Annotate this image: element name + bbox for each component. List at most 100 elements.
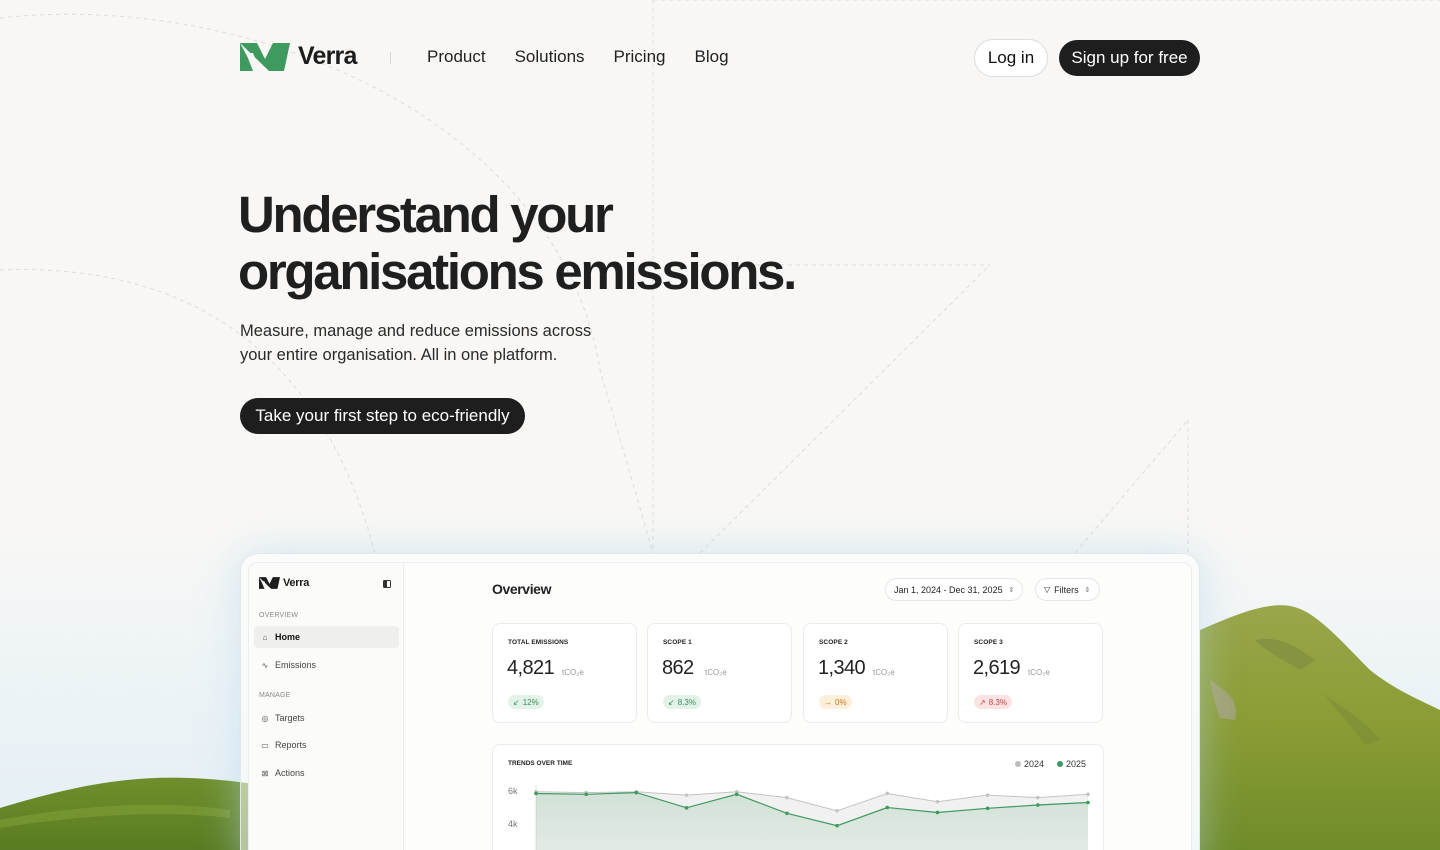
target-icon: ◎ bbox=[261, 713, 269, 723]
card-label: SCOPE 1 bbox=[663, 639, 692, 646]
data-point-2025[interactable] bbox=[1036, 803, 1040, 807]
data-point-2024[interactable] bbox=[684, 793, 689, 797]
change-value: 8.3% bbox=[988, 697, 1007, 707]
sidebar-item-emissions[interactable]: ∿ Emissions bbox=[254, 654, 399, 676]
brand-logo[interactable]: Verra bbox=[240, 42, 357, 71]
chevron-updown-icon: ⇕ bbox=[1008, 586, 1015, 594]
stat-card-scope-3[interactable]: SCOPE 3 2,619 tCO₂e ↗ 8.3% bbox=[958, 623, 1103, 723]
nav-link-blog[interactable]: Blog bbox=[695, 47, 729, 67]
card-label: SCOPE 2 bbox=[819, 639, 848, 646]
sidebar-item-label: Actions bbox=[275, 768, 305, 778]
cta-button[interactable]: Take your first step to eco-friendly bbox=[240, 398, 525, 434]
data-point-2025[interactable] bbox=[985, 806, 990, 811]
sidebar-toggle-icon[interactable] bbox=[383, 580, 391, 588]
trend-chart: 6k 4k bbox=[508, 785, 1090, 850]
verra-logo-icon bbox=[259, 577, 280, 589]
data-point-2024[interactable] bbox=[835, 809, 839, 813]
sidebar-item-label: Home bbox=[275, 632, 301, 642]
top-navigation: Verra Product Solutions Pricing Blog Log… bbox=[240, 38, 1200, 78]
data-point-2025[interactable] bbox=[584, 792, 588, 797]
nav-link-product[interactable]: Product bbox=[427, 47, 486, 67]
sidebar-item-label: Targets bbox=[275, 713, 305, 723]
card-value: 862 bbox=[662, 657, 694, 679]
stat-card-total[interactable]: TOTAL EMISSIONS 4,821 tCO₂e ↙ 12% bbox=[492, 623, 637, 723]
hero-subtitle: Measure, manage and reduce emissions acr… bbox=[240, 319, 620, 367]
folder-icon: ▭ bbox=[261, 740, 269, 750]
sidebar-item-label: Emissions bbox=[275, 660, 317, 670]
sidebar-item-home[interactable]: ⌂ Home bbox=[254, 626, 399, 648]
overview-title: Overview bbox=[492, 581, 552, 597]
hero-title-line-1: Understand your bbox=[238, 186, 614, 243]
filters-label: Filters bbox=[1054, 584, 1079, 595]
change-value: 12% bbox=[522, 697, 539, 707]
brand-name: Verra bbox=[298, 42, 357, 70]
nav-link-solutions[interactable]: Solutions bbox=[515, 47, 585, 67]
activity-icon: ∿ bbox=[261, 660, 269, 670]
nav-divider bbox=[390, 52, 391, 64]
date-range-picker[interactable]: Jan 1, 2024 - Dec 31, 2025 ⇕ bbox=[885, 578, 1024, 601]
card-unit: tCO₂e bbox=[873, 668, 895, 677]
sidebar-section-overview: OVERVIEW bbox=[259, 612, 299, 619]
arrow-down-left-icon: ↙ bbox=[668, 697, 675, 707]
card-value: 1,340 bbox=[818, 657, 866, 679]
app-brand-name: Verra bbox=[283, 577, 310, 589]
change-badge: ↗ 8.3% bbox=[974, 695, 1012, 709]
card-value: 2,619 bbox=[973, 657, 1021, 679]
card-label: TOTAL EMISSIONS bbox=[508, 639, 569, 646]
data-point-2025[interactable] bbox=[734, 792, 739, 797]
change-value: 8.3% bbox=[677, 697, 696, 707]
grid-icon: ⊠ bbox=[261, 768, 269, 778]
data-point-2025[interactable] bbox=[534, 791, 538, 796]
stat-card-scope-1[interactable]: SCOPE 1 862 tCO₂e ↙ 8.3% bbox=[647, 623, 792, 723]
hill-right-image bbox=[1200, 605, 1440, 850]
data-point-2024[interactable] bbox=[1086, 792, 1090, 797]
hero-subtitle-line-2: your entire organisation. All in one pla… bbox=[240, 346, 558, 364]
stat-card-scope-2[interactable]: SCOPE 2 1,340 tCO₂e → 0% bbox=[803, 623, 948, 723]
verra-logo-icon bbox=[240, 42, 290, 71]
app-brand[interactable]: Verra bbox=[259, 577, 309, 589]
data-point-2025[interactable] bbox=[835, 823, 839, 828]
arrow-up-right-icon: ↗ bbox=[979, 697, 986, 707]
change-badge: → 0% bbox=[819, 695, 852, 709]
data-point-2025[interactable] bbox=[1086, 800, 1090, 805]
sidebar-item-targets[interactable]: ◎ Targets bbox=[254, 707, 399, 729]
signup-button[interactable]: Sign up for free bbox=[1059, 40, 1200, 76]
data-point-2025[interactable] bbox=[785, 811, 789, 816]
hero-subtitle-line-1: Measure, manage and reduce emissions acr… bbox=[240, 322, 592, 340]
sidebar-section-manage: MANAGE bbox=[259, 692, 291, 699]
card-unit: tCO₂e bbox=[705, 668, 727, 677]
y-tick-label: 4k bbox=[508, 819, 518, 829]
home-icon: ⌂ bbox=[262, 632, 268, 642]
card-unit: tCO₂e bbox=[562, 668, 584, 677]
filter-icon: ▽ bbox=[1044, 585, 1051, 594]
data-point-2024[interactable] bbox=[785, 795, 789, 800]
chevron-updown-icon: ⇕ bbox=[1084, 586, 1091, 594]
data-point-2024[interactable] bbox=[935, 799, 940, 804]
data-point-2025[interactable] bbox=[684, 806, 689, 810]
hero-title-line-2: organisations emissions. bbox=[238, 243, 797, 300]
trends-chart-card: TRENDS OVER TIME 2024 2025 6k 4k bbox=[492, 744, 1104, 850]
sidebar-item-reports[interactable]: ▭ Reports bbox=[254, 734, 399, 756]
data-point-2025[interactable] bbox=[885, 805, 890, 810]
app-preview: Verra OVERVIEW ⌂ Home ∿ Emissions MANAGE… bbox=[248, 562, 1192, 850]
card-label: SCOPE 3 bbox=[974, 639, 1003, 646]
filters-button[interactable]: ▽ Filters ⇕ bbox=[1035, 578, 1100, 601]
data-point-2025[interactable] bbox=[634, 790, 639, 795]
change-badge: ↙ 12% bbox=[508, 695, 544, 709]
change-value: 0% bbox=[835, 697, 847, 707]
login-button[interactable]: Log in bbox=[974, 39, 1048, 77]
data-point-2025[interactable] bbox=[935, 810, 940, 815]
nav-link-pricing[interactable]: Pricing bbox=[614, 47, 666, 67]
data-point-2024[interactable] bbox=[885, 791, 890, 796]
nav-links: Product Solutions Pricing Blog bbox=[427, 47, 758, 67]
app-sidebar: Verra OVERVIEW ⌂ Home ∿ Emissions MANAGE… bbox=[249, 563, 404, 850]
sidebar-item-actions[interactable]: ⊠ Actions bbox=[254, 762, 399, 784]
change-badge: ↙ 8.3% bbox=[663, 695, 701, 709]
hero-title: Understand your organisations emissions. bbox=[238, 186, 878, 300]
date-range-value: Jan 1, 2024 - Dec 31, 2025 bbox=[894, 584, 1003, 595]
arrow-down-left-icon: ↙ bbox=[513, 697, 520, 707]
sidebar-item-label: Reports bbox=[275, 740, 307, 750]
y-tick-label: 6k bbox=[508, 786, 518, 796]
data-point-2024[interactable] bbox=[1036, 795, 1040, 800]
data-point-2024[interactable] bbox=[985, 793, 990, 797]
